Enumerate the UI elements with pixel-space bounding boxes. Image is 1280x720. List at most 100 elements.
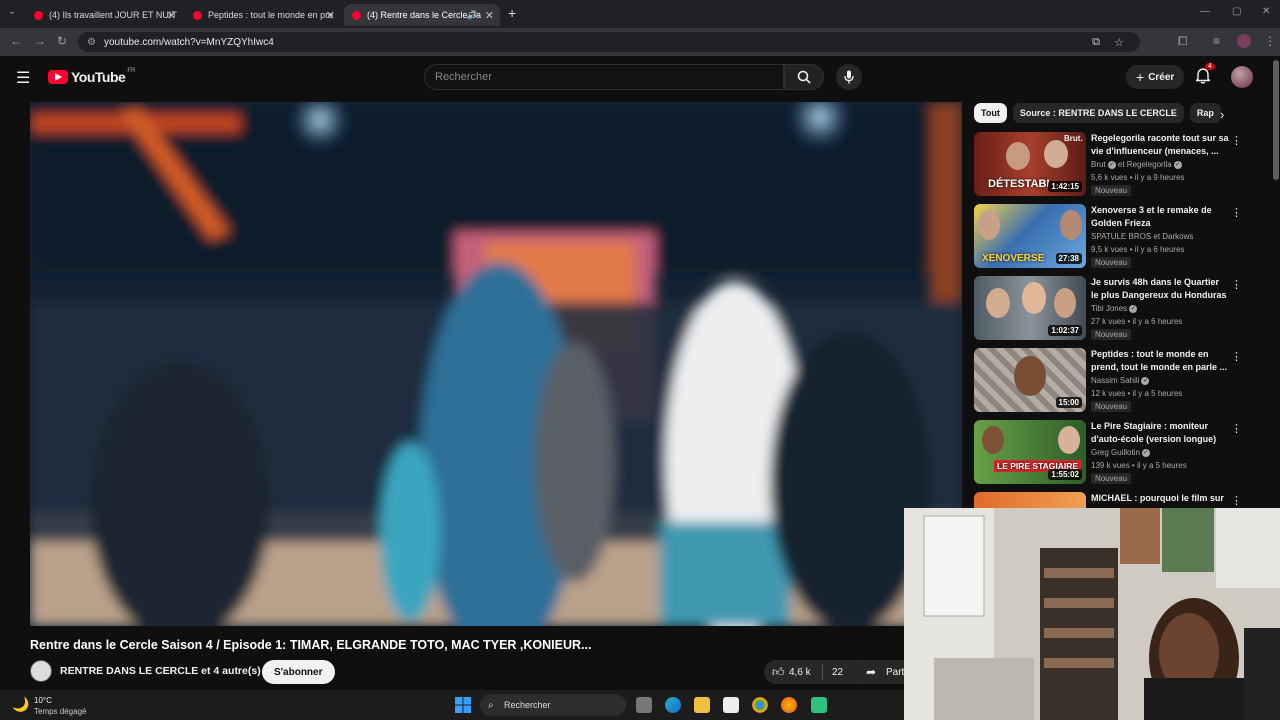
rec-channel-name[interactable]: Greg Guillotin <box>1091 448 1140 457</box>
rec-channel: Tibi Jones ✓ <box>1091 304 1138 313</box>
rec-title[interactable]: MICHAEL : pourquoi le film sur <box>1091 492 1229 505</box>
bookmark-star-icon[interactable]: ☆ <box>1114 36 1124 49</box>
recommendation-item[interactable]: Brut. DÉTESTABI 1:42:15 Regelegorila rac… <box>974 132 1244 198</box>
browser-tab-2[interactable]: Peptides : tout le monde en pre ✕ <box>185 4 341 26</box>
audio-playing-icon[interactable]: 🔊 <box>467 10 478 21</box>
new-badge: Nouveau <box>1091 329 1132 340</box>
subscribe-button[interactable]: S'abonner <box>262 660 335 684</box>
more-options-icon[interactable]: ⋮ <box>1231 494 1242 507</box>
browser-tab-3-active[interactable]: (4) Rentre dans le Cercle Sa 🔊 ✕ <box>344 4 500 26</box>
thumb-face <box>1022 282 1046 314</box>
more-options-icon[interactable]: ⋮ <box>1231 278 1242 291</box>
video-thumbnail[interactable]: 15:00 <box>974 348 1086 412</box>
more-options-icon[interactable]: ⋮ <box>1231 422 1242 435</box>
search-button[interactable] <box>784 64 824 90</box>
rec-channel-name[interactable]: Nassim Sahili <box>1091 376 1139 385</box>
rec-title[interactable]: Je survis 48h dans le Quartier le plus D… <box>1091 276 1229 302</box>
weather-temp[interactable]: 10°C <box>34 696 52 705</box>
thumb-brand-text: Brut. <box>1064 134 1083 143</box>
recommendation-item[interactable]: 15:00 Peptides : tout le monde en prend,… <box>974 348 1244 414</box>
rec-channel: Nassim Sahili ✓ <box>1091 376 1150 385</box>
reading-list-icon[interactable]: ≡ <box>1213 34 1220 48</box>
rec-channel-name[interactable]: Brut <box>1091 160 1106 169</box>
create-button[interactable]: + Créer <box>1126 65 1185 89</box>
tab-close-icon[interactable]: ✕ <box>167 9 176 22</box>
chevron-right-icon[interactable]: › <box>1220 107 1224 122</box>
more-options-icon[interactable]: ⋮ <box>1231 350 1242 363</box>
browser-menu-icon[interactable]: ⋮ <box>1264 34 1276 48</box>
rec-title[interactable]: Regelegorila raconte tout sur sa vie d'i… <box>1091 132 1229 158</box>
rec-title[interactable]: Xenoverse 3 et le remake de Golden Friez… <box>1091 204 1229 230</box>
rec-channel[interactable]: SPATULE BROS et Darkows <box>1091 232 1193 241</box>
file-explorer-icon[interactable] <box>694 697 710 713</box>
video-player[interactable] <box>30 102 962 626</box>
extensions-icon[interactable]: ⧠ <box>1178 34 1188 49</box>
weather-icon[interactable]: 🌙 <box>12 696 29 713</box>
rec-stats: 9,5 k vues • il y a 6 heures <box>1091 245 1185 254</box>
rec-channel-extra[interactable]: et Regelegorila <box>1118 160 1172 169</box>
account-avatar[interactable] <box>1231 66 1253 88</box>
more-options-icon[interactable]: ⋮ <box>1231 206 1242 219</box>
thumb-face <box>1060 210 1082 240</box>
windows-start-icon[interactable] <box>455 697 471 713</box>
url-omnibox[interactable]: ⚙ youtube.com/watch?v=MnYZQYhIwc4 ⧉ ☆ <box>78 32 1140 52</box>
video-thumbnail[interactable]: XENOVERSE 27:38 <box>974 204 1086 268</box>
rec-title[interactable]: Peptides : tout le monde en prend, tout … <box>1091 348 1229 374</box>
recommendation-item[interactable]: XENOVERSE 27:38 Xenoverse 3 et le remake… <box>974 204 1244 270</box>
video-thumbnail[interactable]: Brut. DÉTESTABI 1:42:15 <box>974 132 1086 196</box>
forward-icon[interactable]: → <box>34 34 46 48</box>
install-app-icon[interactable]: ⧉ <box>1092 36 1100 49</box>
taskbar-search[interactable]: ⌕ Rechercher <box>480 694 626 716</box>
rec-title[interactable]: Le Pire Stagiaire : moniteur d'auto-écol… <box>1091 420 1229 446</box>
chip-rap[interactable]: Rap <box>1189 103 1221 123</box>
channel-name[interactable]: RENTRE DANS LE CERCLE et 4 autre(s) <box>60 665 261 677</box>
thumb-face <box>1054 288 1076 318</box>
minimize-icon[interactable]: — <box>1200 6 1210 17</box>
youtube-favicon-icon <box>34 10 43 20</box>
youtube-logo[interactable]: YouTube FR <box>48 68 135 85</box>
video-thumbnail[interactable]: LE PIRE STAGIAIRE 1:55:02 <box>974 420 1086 484</box>
plus-icon: + <box>1136 69 1145 85</box>
thumbs-up-icon[interactable]: 👍︎ <box>772 665 785 680</box>
browser-tab-1[interactable]: (4) Ils travaillent JOUR ET NUIT ✕ <box>26 4 182 26</box>
app-icon[interactable] <box>811 697 827 713</box>
video-thumbnail[interactable] <box>974 492 1086 508</box>
search-input[interactable]: Rechercher <box>424 64 784 90</box>
hamburger-menu-icon[interactable]: ☰ <box>16 68 30 88</box>
chrome-icon[interactable] <box>752 697 768 713</box>
recommendation-item[interactable]: LE PIRE STAGIAIRE 1:55:02 Le Pire Stagia… <box>974 420 1244 486</box>
edge-icon[interactable] <box>665 697 681 713</box>
dislike-count[interactable]: 22 <box>832 667 843 678</box>
new-tab-button[interactable]: + <box>508 5 516 21</box>
task-view-icon[interactable] <box>636 697 652 713</box>
window-close-icon[interactable]: ✕ <box>1262 6 1270 17</box>
recommendation-item[interactable]: MICHAEL : pourquoi le film sur ⋮ <box>974 492 1244 508</box>
maximize-icon[interactable]: ▢ <box>1232 6 1241 17</box>
video-thumbnail[interactable]: 1:02:37 <box>974 276 1086 340</box>
page-scrollbar[interactable] <box>1273 60 1279 180</box>
site-info-icon[interactable]: ⚙ <box>87 37 96 48</box>
channel-avatar[interactable] <box>30 660 52 682</box>
firefox-icon[interactable] <box>781 697 797 713</box>
notifications-button[interactable]: 4 <box>1194 63 1215 89</box>
weather-desc[interactable]: Temps dégagé <box>34 707 86 716</box>
more-options-icon[interactable]: ⋮ <box>1231 134 1242 147</box>
search-icon <box>797 70 811 84</box>
chip-all[interactable]: Tout <box>974 103 1007 123</box>
chip-source[interactable]: Source : RENTRE DANS LE CERCLE <box>1012 103 1184 123</box>
tab-close-icon[interactable]: ✕ <box>485 9 494 22</box>
voice-search-button[interactable] <box>836 64 862 90</box>
new-badge: Nouveau <box>1091 185 1132 196</box>
tab-title: Peptides : tout le monde en pre <box>208 10 334 20</box>
rec-channel-name[interactable]: Tibi Jones <box>1091 304 1127 313</box>
like-count[interactable]: 4,6 k <box>789 667 811 678</box>
thumb-face <box>1014 356 1046 396</box>
recommendation-item[interactable]: 1:02:37 Je survis 48h dans le Quartier l… <box>974 276 1244 342</box>
thumb-overlay-text: DÉTESTABI <box>988 178 1050 190</box>
tab-list-icon[interactable]: ⌄ <box>8 6 16 17</box>
reload-icon[interactable]: ↻ <box>57 34 67 48</box>
profile-avatar[interactable] <box>1237 34 1251 48</box>
back-icon[interactable]: ← <box>10 34 22 48</box>
store-icon[interactable] <box>723 697 739 713</box>
tab-close-icon[interactable]: ✕ <box>326 9 335 22</box>
